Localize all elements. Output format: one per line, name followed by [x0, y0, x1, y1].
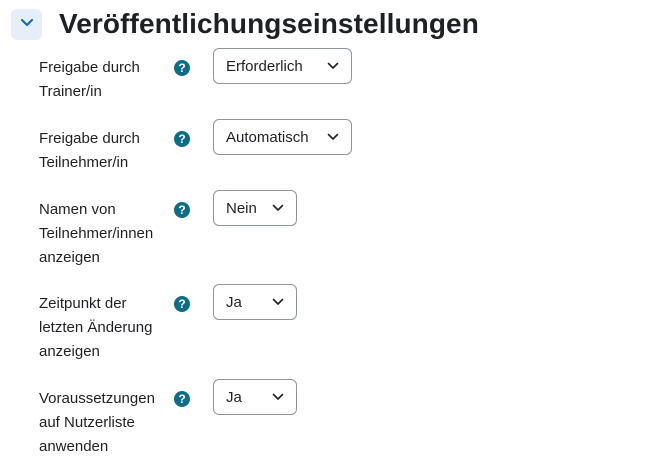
help-icon[interactable]: ?	[174, 131, 190, 147]
chevron-down-icon	[327, 62, 339, 70]
collapse-toggle-button[interactable]	[11, 8, 42, 40]
setting-label: Namen von Teilnehmer/innen anzeigen	[39, 201, 154, 266]
setting-label: Freigabe durch Trainer/in	[39, 59, 140, 100]
select-value: Ja	[226, 293, 242, 311]
section-title: Veröffentlichungseinstellungen	[59, 8, 479, 39]
chevron-down-icon	[272, 393, 284, 401]
select-value: Ja	[226, 388, 242, 406]
help-icon[interactable]: ?	[174, 60, 190, 76]
help-icon[interactable]: ?	[174, 296, 190, 312]
apply-conditions-select[interactable]: Ja	[213, 379, 297, 415]
section-header: Veröffentlichungseinstellungen	[11, 8, 479, 40]
chevron-down-icon	[272, 204, 284, 212]
select-value: Erforderlich	[226, 57, 303, 75]
setting-label: Zeitpunkt der letzten Änderung anzeigen	[39, 295, 153, 360]
help-icon[interactable]: ?	[174, 391, 190, 407]
select-value: Automatisch	[226, 128, 309, 146]
participant-approval-select[interactable]: Automatisch	[213, 119, 352, 155]
setting-label: Freigabe durch Teilnehmer/in	[39, 130, 140, 171]
chevron-down-icon	[272, 298, 284, 306]
setting-label: Voraussetzungen auf Nutzerliste anwenden	[39, 390, 155, 455]
show-last-modified-select[interactable]: Ja	[213, 284, 297, 320]
help-icon[interactable]: ?	[174, 202, 190, 218]
show-names-select[interactable]: Nein	[213, 190, 297, 226]
chevron-down-icon	[20, 15, 34, 33]
chevron-down-icon	[327, 133, 339, 141]
select-value: Nein	[226, 199, 257, 217]
trainer-approval-select[interactable]: Erforderlich	[213, 48, 352, 84]
